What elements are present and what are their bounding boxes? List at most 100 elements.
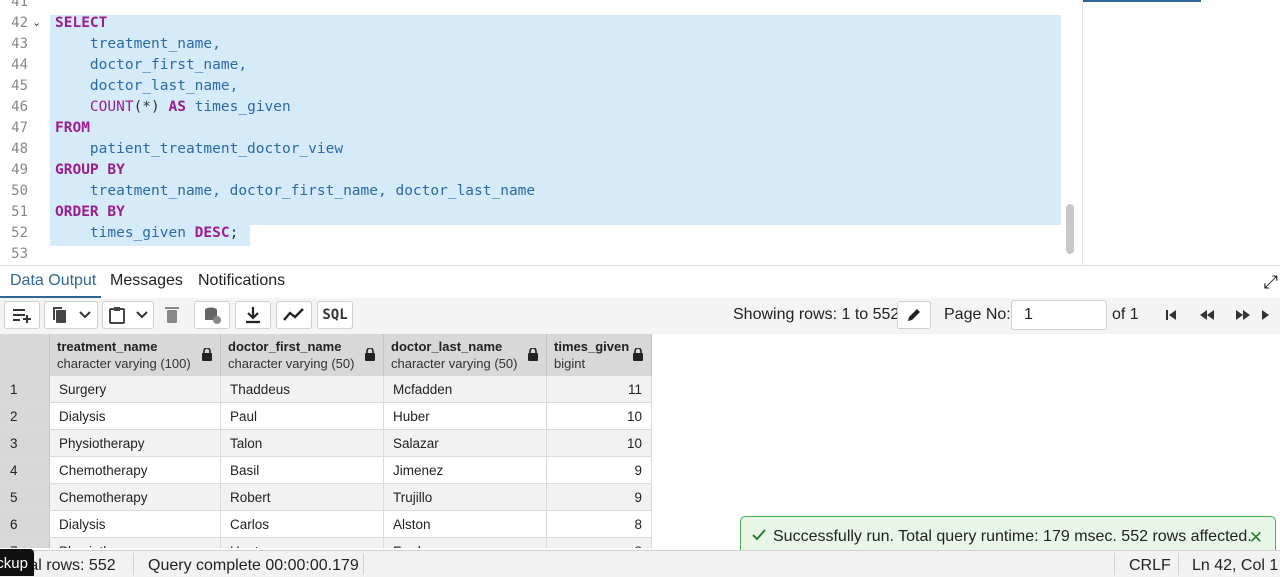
tab-data-output[interactable]: Data Output — [10, 272, 96, 290]
table-cell[interactable]: Robert — [221, 484, 384, 511]
table-cell[interactable]: Hunter — [221, 538, 384, 548]
sql-token: ; — [229, 225, 239, 241]
sql-button[interactable]: SQL — [317, 301, 353, 329]
copy-button[interactable] — [44, 301, 98, 329]
table-cell[interactable]: Thaddeus — [221, 376, 384, 403]
table-cell[interactable]: Alston — [384, 511, 547, 538]
table-row[interactable]: 7PhysiotherapyHunterFord8 — [0, 538, 652, 548]
column-header[interactable]: treatment_name character varying (100) — [50, 334, 221, 376]
table-cell[interactable]: Ford — [384, 538, 547, 548]
table-cell[interactable]: Dialysis — [50, 511, 221, 538]
column-name: treatment_name — [57, 339, 158, 354]
save-data-button[interactable] — [194, 301, 230, 329]
graph-visualiser-button[interactable] — [276, 301, 312, 329]
last-page-button[interactable] — [1261, 301, 1280, 329]
sql-token: treatment_name, doctor_first_name, docto… — [55, 183, 536, 199]
table-cell[interactable]: Chemotherapy — [50, 457, 221, 484]
table-cell[interactable]: 11 — [547, 376, 652, 403]
row-number[interactable]: 1 — [0, 376, 50, 403]
row-number[interactable]: 2 — [0, 403, 50, 430]
chevron-down-icon — [79, 311, 91, 319]
row-number[interactable]: 5 — [0, 484, 50, 511]
code-line[interactable]: SELECT — [55, 13, 107, 34]
table-cell[interactable]: Mcfadden — [384, 376, 547, 403]
table-row[interactable]: 4 Chemotherapy Basil Jimenez 9 — [0, 457, 652, 484]
code-line[interactable]: doctor_last_name, — [55, 76, 238, 97]
row-number[interactable]: 3 — [0, 430, 50, 457]
table-cell[interactable]: Physiotherapy — [50, 538, 221, 548]
table-cell[interactable]: 10 — [547, 403, 652, 430]
table-cell[interactable]: 8 — [547, 538, 652, 548]
table-cell[interactable]: 8 — [547, 511, 652, 538]
previous-page-button[interactable] — [1189, 301, 1225, 329]
add-row-button[interactable] — [4, 301, 40, 329]
table-cell[interactable]: Carlos — [221, 511, 384, 538]
table-row[interactable]: 6 Dialysis Carlos Alston 8 — [0, 511, 652, 538]
column-header[interactable]: doctor_first_name character varying (50) — [221, 334, 384, 376]
result-tabs: Data Output Messages Notifications ⤢ — [0, 265, 1280, 299]
table-cell[interactable]: Basil — [221, 457, 384, 484]
tab-messages[interactable]: Messages — [110, 272, 183, 290]
query-complete-label: Query complete 00:00:00.179 — [148, 557, 359, 574]
table-cell[interactable]: 9 — [547, 484, 652, 511]
code-line[interactable]: patient_treatment_doctor_view — [55, 139, 343, 160]
code-line[interactable]: GROUP BY — [55, 160, 125, 181]
code-line[interactable]: FROM — [55, 118, 90, 139]
code-line[interactable]: doctor_first_name, — [55, 55, 247, 76]
table-cell[interactable]: 10 — [547, 430, 652, 457]
close-notification-button[interactable]: ✕ — [1249, 528, 1263, 548]
table-cell[interactable]: 9 — [547, 457, 652, 484]
column-name: doctor_last_name — [391, 339, 503, 354]
code-line[interactable]: treatment_name, — [55, 34, 221, 55]
rows-range-label: Showing rows: 1 to 552 — [733, 306, 900, 323]
delete-button[interactable] — [157, 301, 187, 329]
code-line[interactable]: treatment_name, doctor_first_name, docto… — [55, 181, 535, 202]
table-cell[interactable]: Chemotherapy — [50, 484, 221, 511]
table-row[interactable]: 5 Chemotherapy Robert Trujillo 9 — [0, 484, 652, 511]
tab-notifications[interactable]: Notifications — [198, 272, 285, 290]
table-cell[interactable]: Paul — [221, 403, 384, 430]
fold-chevron-icon[interactable]: ⌄ — [32, 13, 41, 34]
row-number[interactable]: 6 — [0, 511, 50, 538]
expand-icon[interactable]: ⤢ — [1264, 272, 1278, 293]
next-page-button[interactable] — [1225, 301, 1261, 329]
line-number: 51 — [11, 204, 28, 220]
code-line[interactable]: times_given DESC; — [55, 223, 238, 244]
sql-keyword: ORDER BY — [55, 204, 125, 220]
table-cell[interactable]: Jimenez — [384, 457, 547, 484]
row-number[interactable]: 4 — [0, 457, 50, 484]
side-pane-accent — [1083, 0, 1201, 2]
table-cell[interactable]: Huber — [384, 403, 547, 430]
table-cell[interactable]: Trujillo — [384, 484, 547, 511]
column-header[interactable]: doctor_last_name character varying (50) — [384, 334, 547, 376]
table-row[interactable]: 1 Surgery Thaddeus Mcfadden 11 — [0, 376, 652, 403]
fast-forward-icon — [1236, 310, 1250, 320]
query-editor[interactable]: 41 42 43 44 45 46 47 48 49 50 51 52 53 ⌄ SELECT treat… — [0, 0, 1082, 265]
download-button[interactable] — [235, 301, 271, 329]
table-cell[interactable]: Salazar — [384, 430, 547, 457]
clipboard-icon — [109, 307, 125, 324]
table-cell[interactable]: Physiotherapy — [50, 430, 221, 457]
edit-rows-button[interactable] — [897, 301, 931, 329]
line-ending-label[interactable]: CRLF — [1129, 557, 1171, 575]
table-cell[interactable]: Dialysis — [50, 403, 221, 430]
table-row[interactable]: 2 Dialysis Paul Huber 10 — [0, 403, 652, 430]
sql-token: times_given — [55, 225, 186, 241]
table-row[interactable]: 3 Physiotherapy Talon Salazar 10 — [0, 430, 652, 457]
paste-button[interactable] — [102, 301, 154, 329]
row-number[interactable]: 7 — [0, 538, 50, 548]
first-page-button[interactable] — [1153, 301, 1189, 329]
sql-token: patient_treatment_doctor_view — [55, 141, 344, 157]
table-cell[interactable]: Surgery — [50, 376, 221, 403]
add-row-icon — [13, 309, 31, 323]
editor-scrollbar[interactable] — [1066, 204, 1074, 254]
table-cell[interactable]: Talon — [221, 430, 384, 457]
column-type: character varying (50) — [228, 356, 355, 371]
sql-keyword: AS — [159, 99, 186, 115]
code-line[interactable]: COUNT(*) AS times_given — [55, 97, 291, 118]
status-divider — [133, 553, 134, 575]
code-line[interactable]: ORDER BY — [55, 202, 125, 223]
page-number-input[interactable]: 1 — [1011, 300, 1107, 330]
column-header[interactable]: times_given bigint — [547, 334, 652, 376]
line-number: 42 — [11, 15, 28, 31]
